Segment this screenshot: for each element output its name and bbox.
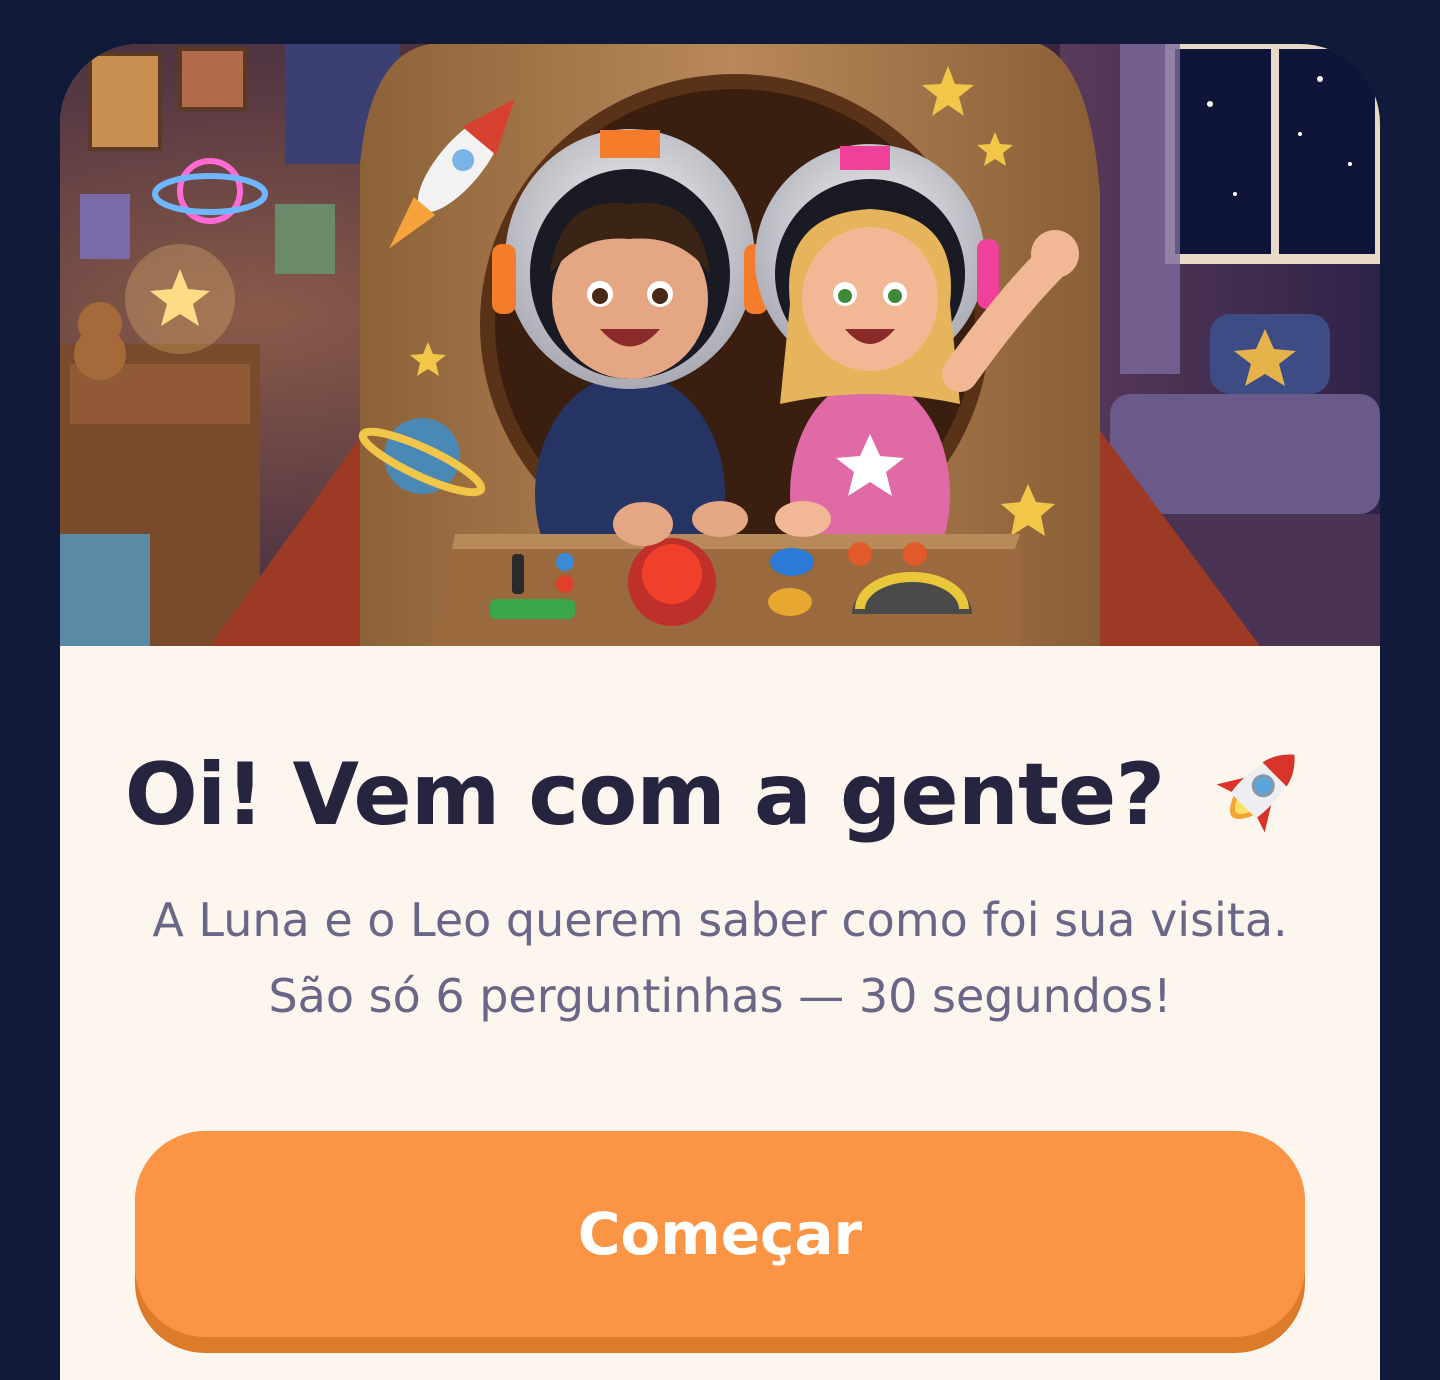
welcome-title: Oi! Vem com a gente? bbox=[60, 734, 1380, 850]
rocket-icon bbox=[1203, 734, 1315, 846]
start-button-face[interactable]: Começar bbox=[135, 1131, 1305, 1337]
hero-illustration bbox=[60, 44, 1380, 646]
start-button[interactable]: Começar bbox=[135, 1131, 1305, 1353]
welcome-subtitle: A Luna e o Leo querem saber como foi sua… bbox=[152, 893, 1288, 1023]
hero-illustration-svg bbox=[60, 44, 1380, 646]
welcome-title-text: Oi! Vem com a gente? bbox=[124, 745, 1166, 845]
start-button-label: Começar bbox=[577, 1200, 863, 1268]
welcome-card: Oi! Vem com a gente? A Luna e o Leo quer… bbox=[60, 44, 1380, 1380]
